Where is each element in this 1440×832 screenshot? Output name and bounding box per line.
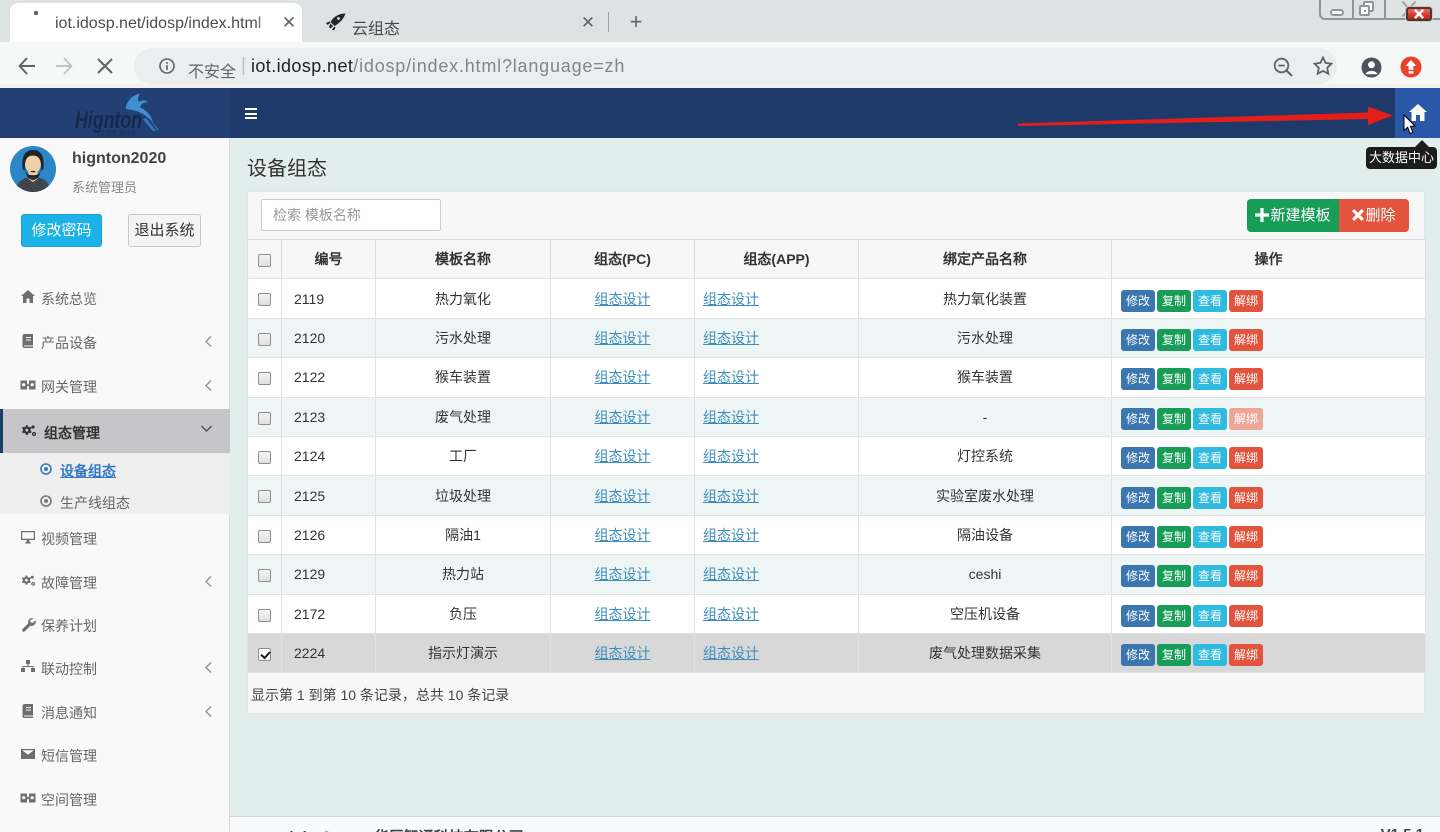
svg-text:华辰智通科技: 华辰智通科技 (100, 128, 136, 136)
